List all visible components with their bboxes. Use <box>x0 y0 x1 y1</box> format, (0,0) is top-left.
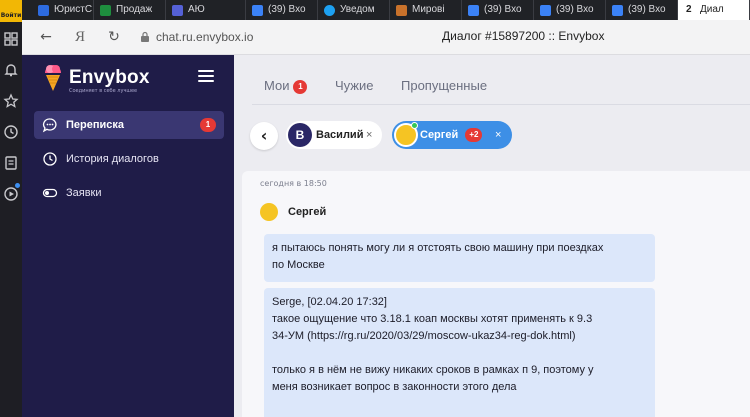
extra-count-badge: +2 <box>465 128 483 142</box>
unread-badge: 1 <box>200 118 216 132</box>
screen: Войти ЮристС Продаж АЮ (39) Вхо Уведом М… <box>0 0 750 417</box>
main-area: Мои 1 Чужие Пропущенные ‹ В Василий × Сер… <box>234 55 750 417</box>
dialog-chip-vasily[interactable]: В Василий × <box>286 121 382 149</box>
mail-favicon-icon <box>252 5 263 16</box>
message-line <box>272 345 647 362</box>
browser-side-rail: Войти <box>0 0 22 417</box>
tab-label: Диал <box>700 4 724 15</box>
brand-name: Envybox <box>69 67 150 88</box>
url-field[interactable]: chat.ru.envybox.io <box>134 26 261 48</box>
favicon-icon <box>100 5 111 16</box>
favicon-icon <box>172 5 183 16</box>
tab-label: Мирові <box>412 4 445 15</box>
message-line: такое ощущение что 3.18.1 коап москвы хо… <box>272 313 593 325</box>
sender-name: Сергей <box>288 206 327 218</box>
address-bar: ← Я ↻ chat.ru.envybox.io Диалог #1589720… <box>22 20 750 55</box>
notification-dot <box>15 183 20 188</box>
bell-icon[interactable] <box>3 62 19 78</box>
tab-label: Уведом <box>340 4 375 15</box>
lock-icon <box>141 31 149 42</box>
tab-others[interactable]: Чужие <box>335 78 374 93</box>
chip-name: Сергей <box>420 129 459 141</box>
close-icon[interactable]: × <box>495 121 501 149</box>
message-line: только я в нём не вижу никаких сроков в … <box>272 364 594 376</box>
message-bubble: Serge, [02.04.20 17:32] такое ощущение ч… <box>264 288 655 417</box>
tab-label: (39) Вхо <box>484 4 522 15</box>
dialog-chip-sergey[interactable]: Сергей +2 × <box>392 121 512 149</box>
online-indicator <box>411 122 418 129</box>
tab-label: (39) Вхо <box>628 4 666 15</box>
brand-tagline: Соединяет в себе лучшее <box>69 88 138 94</box>
mail-favicon-icon <box>468 5 479 16</box>
message-line: по Москве <box>272 259 325 271</box>
message-line: Serge, [02.04.20 17:32] <box>272 296 387 308</box>
sidebar-item-chats[interactable]: Переписка 1 <box>34 111 224 139</box>
clock-icon[interactable] <box>3 124 19 140</box>
notes-icon[interactable] <box>3 155 19 171</box>
grid-icon[interactable] <box>3 31 19 47</box>
message-line: 34-УМ (https://rg.ru/2020/03/29/moscow-u… <box>272 330 576 342</box>
play-icon[interactable] <box>3 186 19 202</box>
favicon-icon <box>38 5 49 16</box>
history-clock-icon <box>43 152 57 166</box>
browser-tab-7[interactable]: (39) Вхо <box>462 0 534 20</box>
page-title: Диалог #15897200 :: Envybox <box>442 29 605 43</box>
sidebar-item-requests[interactable]: Заявки <box>34 179 224 207</box>
twitter-favicon-icon <box>324 5 335 16</box>
chip-name: Василий <box>316 129 364 141</box>
browser-tab-strip: ЮристС Продаж АЮ (39) Вхо Уведом Мирові … <box>22 0 750 20</box>
sender-avatar <box>260 203 278 221</box>
browser-tab-3[interactable]: АЮ <box>166 0 246 20</box>
tab-missed[interactable]: Пропущенные <box>401 78 487 93</box>
message-bubble: я пытаюсь понять могу ли я отстоять свою… <box>264 234 655 282</box>
mail-favicon-icon <box>612 5 623 16</box>
yandex-icon[interactable]: Я <box>72 29 88 45</box>
close-icon[interactable]: × <box>366 121 372 149</box>
court-favicon-icon <box>396 5 407 16</box>
message-timestamp: сегодня в 18:50 <box>260 179 327 188</box>
browser-tab-active[interactable]: 2 Диал <box>678 0 750 20</box>
tab-label: Мои <box>264 78 290 93</box>
back-arrow-icon[interactable]: ← <box>38 29 54 45</box>
message-line: меня возникает вопрос в законности этого… <box>272 381 517 393</box>
sidebar-item-label: Заявки <box>66 187 102 199</box>
tab-label: АЮ <box>188 4 205 15</box>
avatar: В <box>288 123 312 147</box>
chat-bubble-icon <box>42 118 57 133</box>
tab-label: Продаж <box>116 4 153 15</box>
tab-label: ЮристС <box>54 4 93 15</box>
sidebar-item-label: Переписка <box>66 119 125 131</box>
reload-icon[interactable]: ↻ <box>106 29 122 45</box>
toggle-icon <box>42 188 58 198</box>
browser-tab-6[interactable]: Мирові <box>390 0 462 20</box>
conversation-panel: сегодня в 18:50 Сергей я пытаюсь понять … <box>242 171 750 417</box>
tab-label: (39) Вхо <box>268 4 306 15</box>
sidebar-item-history[interactable]: История диалогов <box>34 145 224 173</box>
browser-tab-1[interactable]: ЮристС <box>32 0 94 20</box>
tab-number: 2 <box>686 4 692 15</box>
tabs-divider <box>252 104 750 105</box>
tab-label: (39) Вхо <box>556 4 594 15</box>
menu-toggle-button[interactable] <box>198 70 214 82</box>
browser-tab-2[interactable]: Продаж <box>94 0 166 20</box>
back-button[interactable]: ‹ <box>250 122 278 150</box>
browser-tab-8[interactable]: (39) Вхо <box>534 0 606 20</box>
login-button[interactable]: Войти <box>0 0 22 22</box>
tab-badge: 1 <box>293 80 308 94</box>
url-text: chat.ru.envybox.io <box>156 30 254 44</box>
browser-tab-4[interactable]: (39) Вхо <box>246 0 318 20</box>
mail-favicon-icon <box>540 5 551 16</box>
app-sidebar: Envybox Соединяет в себе лучшее Переписк… <box>22 55 234 417</box>
login-label: Войти <box>0 12 22 19</box>
browser-tab-9[interactable]: (39) Вхо <box>606 0 678 20</box>
tab-mine[interactable]: Мои 1 <box>264 78 308 94</box>
envybox-logo-icon <box>45 65 61 91</box>
browser-tab-5[interactable]: Уведом <box>318 0 390 20</box>
message-line: я пытаюсь понять могу ли я отстоять свою… <box>272 242 604 254</box>
star-icon[interactable] <box>3 93 19 109</box>
sidebar-item-label: История диалогов <box>66 153 159 165</box>
